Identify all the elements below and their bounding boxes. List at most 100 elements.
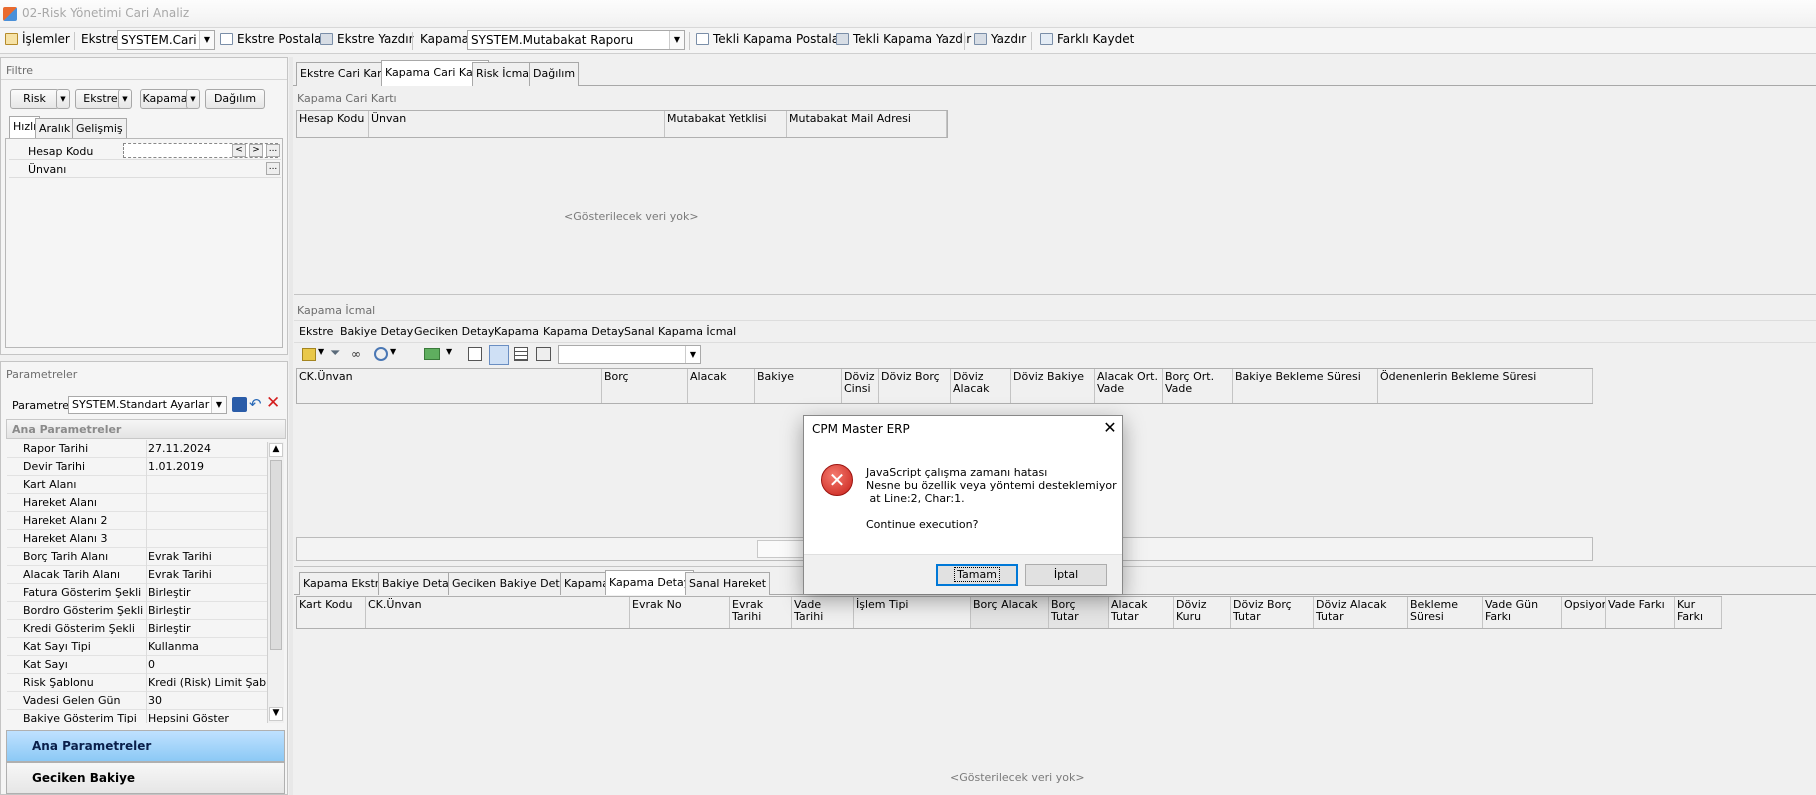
ekstre-dropdown-icon[interactable]: ▼ xyxy=(118,89,132,109)
param-row[interactable]: Kat Sayı 0 xyxy=(7,656,267,674)
col-mutabakat-mail[interactable]: Mutabakat Mail Adresi xyxy=(787,111,947,137)
param-value[interactable]: 30 xyxy=(148,694,266,707)
detail-col[interactable]: Döviz Borç Tutar xyxy=(1231,597,1314,628)
icmal-col[interactable]: Ödenenlerin Bekleme Süresi xyxy=(1378,369,1593,403)
ekstre-postala-button[interactable]: Ekstre Postala xyxy=(220,32,322,46)
param-value[interactable]: Birleştir xyxy=(148,604,266,617)
detail-col[interactable]: Opsiyon xyxy=(1562,597,1606,628)
detail-col[interactable]: Bekleme Süresi xyxy=(1408,597,1483,628)
column-chooser-icon[interactable] xyxy=(536,347,551,361)
ok-button[interactable]: Tamam xyxy=(936,564,1018,586)
tab-aralik[interactable]: Aralık xyxy=(35,118,75,139)
tab-dagilim[interactable]: Dağılım xyxy=(529,62,580,86)
chevron-down-icon[interactable]: ▼ xyxy=(199,31,214,49)
cancel-button[interactable]: İptal xyxy=(1025,564,1107,586)
icmal-col[interactable]: Alacak Ort. Vade xyxy=(1095,369,1163,403)
tab-ekstre-cari-karti[interactable]: Ekstre Cari Kartı xyxy=(296,62,394,86)
param-value[interactable]: Birleştir xyxy=(148,586,266,599)
tekli-kapama-yazdir-button[interactable]: Tekli Kapama Yazdır xyxy=(836,32,971,46)
menu-kapama[interactable]: Kapama xyxy=(494,325,539,338)
yazdir-button[interactable]: Yazdır xyxy=(974,32,1026,46)
accordion-ana-parametreler[interactable]: Ana Parametreler xyxy=(6,730,285,762)
tekli-kapama-postala-button[interactable]: Tekli Kapama Postala xyxy=(696,32,839,46)
zoom-icon[interactable] xyxy=(374,347,388,361)
islemler-button[interactable]: İşlemler xyxy=(5,32,70,46)
next-icon[interactable]: > xyxy=(249,144,263,157)
menu-sanal-kapama-icmal[interactable]: Sanal Kapama İcmal xyxy=(624,325,736,338)
save-icon[interactable] xyxy=(232,397,247,412)
detail-col[interactable]: Borç Tutar xyxy=(1049,597,1109,628)
param-value[interactable]: Evrak Tarihi xyxy=(148,550,266,563)
ellipsis-icon[interactable]: ... xyxy=(266,144,280,157)
icmal-col[interactable]: Döviz Borç xyxy=(879,369,951,403)
col-mutabakat-yetkilisi[interactable]: Mutabakat Yetklisi xyxy=(665,111,787,137)
ekstre-yazdir-button[interactable]: Ekstre Yazdır xyxy=(320,32,414,46)
param-row[interactable]: Bordro Gösterim Şekli Birleştir xyxy=(7,602,267,620)
param-value[interactable]: Kullanma xyxy=(148,640,266,653)
param-value[interactable]: Kredi (Risk) Limit Şablonu xyxy=(148,676,266,689)
param-row[interactable]: Bakiye Gösterim Tipi Hepsini Göster xyxy=(7,710,267,723)
delete-icon[interactable]: ✕ xyxy=(266,395,282,412)
tab-kapama-detay[interactable]: Kapama Detay xyxy=(605,570,695,595)
export-icon[interactable] xyxy=(424,348,440,360)
param-value[interactable]: 1.01.2019 xyxy=(148,460,266,473)
param-value[interactable]: 27.11.2024 xyxy=(148,442,266,455)
tab-geciken-bakiye-detay[interactable]: Geciken Bakiye Detay xyxy=(448,572,577,595)
detail-col[interactable]: Alacak Tutar xyxy=(1109,597,1174,628)
param-value[interactable]: Birleştir xyxy=(148,622,266,635)
param-value[interactable]: Evrak Tarihi xyxy=(148,568,266,581)
filter-icon[interactable]: ⏷ xyxy=(330,347,344,361)
parametre-select[interactable]: SYSTEM.Standart Ayarlar ▼ xyxy=(68,396,227,414)
kapama-select[interactable]: SYSTEM.Mutabakat Raporu ▼ xyxy=(467,30,685,50)
binoculars-icon[interactable]: ∞ xyxy=(351,347,361,361)
param-row[interactable]: Kart Alanı xyxy=(7,476,267,494)
detail-col[interactable]: Kur Farkı xyxy=(1675,597,1722,628)
ekstre-select[interactable]: SYSTEM.Cari H ▼ xyxy=(117,30,215,50)
risk-button[interactable]: Risk xyxy=(10,89,59,109)
param-value[interactable]: 0 xyxy=(148,658,266,671)
icmal-col[interactable]: Döviz Cinsi xyxy=(842,369,879,403)
param-row[interactable]: Borç Tarih Alanı Evrak Tarihi xyxy=(7,548,267,566)
close-icon[interactable]: ✕ xyxy=(1100,418,1120,438)
grid-lines-icon[interactable] xyxy=(514,347,528,361)
scroll-up-icon[interactable]: ▲ xyxy=(269,443,283,457)
home-icon[interactable] xyxy=(302,348,316,361)
param-row[interactable]: Devir Tarihi 1.01.2019 xyxy=(7,458,267,476)
param-row[interactable]: Kat Sayı Tipi Kullanma xyxy=(7,638,267,656)
params-scrollbar[interactable]: ▲ ▼ xyxy=(267,442,284,723)
chevron-down-icon[interactable]: ▼ xyxy=(685,346,700,363)
menu-geciken-detay[interactable]: Geciken Detay xyxy=(414,325,494,338)
chevron-down-icon[interactable]: ▼ xyxy=(390,347,396,356)
undo-icon[interactable]: ↶ xyxy=(249,396,264,412)
chevron-down-icon[interactable]: ▼ xyxy=(211,397,226,413)
param-row[interactable]: Hareket Alanı 2 xyxy=(7,512,267,530)
tab-kapama-ekstre[interactable]: Kapama Ekstre xyxy=(299,572,390,595)
icmal-col[interactable]: Bakiye xyxy=(755,369,842,403)
prev-icon[interactable]: < xyxy=(232,144,246,157)
tab-risk-icmal[interactable]: Risk İcmal xyxy=(472,62,537,86)
detail-col[interactable]: CK.Ünvan xyxy=(366,597,630,628)
layout-active-icon[interactable] xyxy=(489,345,509,365)
risk-dropdown-icon[interactable]: ▼ xyxy=(56,89,70,109)
param-row[interactable]: Kredi Gösterim Şekli Birleştir xyxy=(7,620,267,638)
icmal-col[interactable]: Döviz Alacak xyxy=(951,369,1011,403)
tab-gelismis[interactable]: Gelişmiş xyxy=(72,118,127,139)
param-row[interactable]: Hareket Alanı 3 xyxy=(7,530,267,548)
icmal-col[interactable]: Bakiye Bekleme Süresi xyxy=(1233,369,1378,403)
detail-col[interactable]: Vade Gün Farkı xyxy=(1483,597,1562,628)
scroll-down-icon[interactable]: ▼ xyxy=(269,707,283,721)
ana-parametreler-header[interactable]: Ana Parametreler xyxy=(6,419,286,439)
layout-icon[interactable] xyxy=(468,347,482,361)
chevron-down-icon[interactable]: ▼ xyxy=(669,31,684,49)
param-row[interactable]: Risk Şablonu Kredi (Risk) Limit Şablonu xyxy=(7,674,267,692)
menu-kapama-detay[interactable]: Kapama Detay xyxy=(543,325,624,338)
col-hesap-kodu[interactable]: Hesap Kodu xyxy=(297,111,369,137)
col-unvan[interactable]: Ünvan xyxy=(369,111,665,137)
tab-sanal-hareket[interactable]: Sanal Hareket xyxy=(685,572,771,595)
menu-ekstre[interactable]: Ekstre xyxy=(299,325,333,338)
kapama-dropdown-icon[interactable]: ▼ xyxy=(186,89,200,109)
icmal-col[interactable]: Borç Ort. Vade xyxy=(1163,369,1233,403)
param-row[interactable]: Vadesi Gelen Gün 30 xyxy=(7,692,267,710)
chevron-down-icon[interactable]: ▼ xyxy=(446,347,452,356)
detail-col[interactable]: Evrak No xyxy=(630,597,730,628)
